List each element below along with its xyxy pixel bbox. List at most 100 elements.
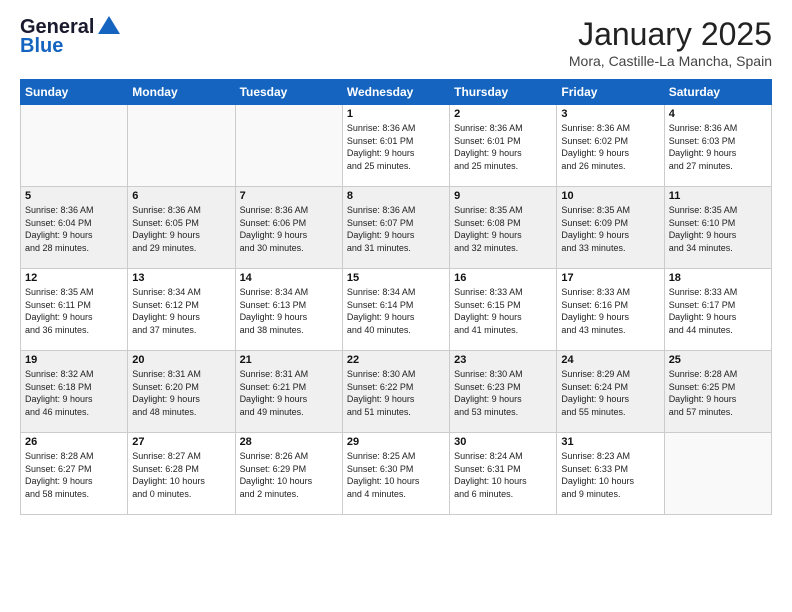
day-number: 25 [669,354,767,366]
table-row: 23 Sunrise: 8:30 AM Sunset: 6:23 PM Dayli… [450,351,557,433]
day-info: Sunrise: 8:36 AM Sunset: 6:03 PM Dayligh… [669,122,767,172]
day-number: 11 [669,190,767,202]
day-info: Sunrise: 8:32 AM Sunset: 6:18 PM Dayligh… [25,368,123,418]
day-number: 9 [454,190,552,202]
table-row: 1Sunrise: 8:36 AM Sunset: 6:01 PM Daylig… [342,105,449,187]
day-info: Sunrise: 8:35 AM Sunset: 6:09 PM Dayligh… [561,204,659,254]
col-tuesday: Tuesday [235,80,342,105]
calendar-table: Sunday Monday Tuesday Wednesday Thursday… [20,79,772,515]
table-row [128,105,235,187]
day-number: 12 [25,272,123,284]
day-info: Sunrise: 8:25 AM Sunset: 6:30 PM Dayligh… [347,450,445,500]
day-info: Sunrise: 8:24 AM Sunset: 6:31 PM Dayligh… [454,450,552,500]
day-number: 13 [132,272,230,284]
table-row: 16 Sunrise: 8:33 AM Sunset: 6:15 PM Dayli… [450,269,557,351]
table-row: 31 Sunrise: 8:23 AM Sunset: 6:33 PM Dayli… [557,433,664,515]
day-info: Sunrise: 8:34 AM Sunset: 6:12 PM Dayligh… [132,286,230,336]
table-row: 28Sunrise: 8:26 AM Sunset: 6:29 PM Dayli… [235,433,342,515]
day-info: Sunrise: 8:33 AM Sunset: 6:15 PM Dayligh… [454,286,552,336]
table-row: 12 Sunrise: 8:35 AM Sunset: 6:11 PM Dayli… [21,269,128,351]
table-row: 24Sunrise: 8:29 AM Sunset: 6:24 PM Dayli… [557,351,664,433]
table-row: 8Sunrise: 8:36 AM Sunset: 6:07 PM Daylig… [342,187,449,269]
day-number: 23 [454,354,552,366]
table-row: 25 Sunrise: 8:28 AM Sunset: 6:25 PM Dayli… [664,351,771,433]
day-info: Sunrise: 8:36 AM Sunset: 6:05 PM Dayligh… [132,204,230,254]
day-number: 21 [240,354,338,366]
day-number: 7 [240,190,338,202]
calendar-header-row: Sunday Monday Tuesday Wednesday Thursday… [21,80,772,105]
day-number: 10 [561,190,659,202]
day-info: Sunrise: 8:31 AM Sunset: 6:20 PM Dayligh… [132,368,230,418]
table-row: 7Sunrise: 8:36 AM Sunset: 6:06 PM Daylig… [235,187,342,269]
day-info: Sunrise: 8:36 AM Sunset: 6:01 PM Dayligh… [454,122,552,172]
day-info: Sunrise: 8:30 AM Sunset: 6:22 PM Dayligh… [347,368,445,418]
day-number: 3 [561,108,659,120]
day-number: 18 [669,272,767,284]
table-row: 19Sunrise: 8:32 AM Sunset: 6:18 PM Dayli… [21,351,128,433]
table-row: 18 Sunrise: 8:33 AM Sunset: 6:17 PM Dayli… [664,269,771,351]
day-info: Sunrise: 8:27 AM Sunset: 6:28 PM Dayligh… [132,450,230,500]
table-row: 29 Sunrise: 8:25 AM Sunset: 6:30 PM Dayli… [342,433,449,515]
calendar-week-row: 19Sunrise: 8:32 AM Sunset: 6:18 PM Dayli… [21,351,772,433]
col-monday: Monday [128,80,235,105]
table-row: 26Sunrise: 8:28 AM Sunset: 6:27 PM Dayli… [21,433,128,515]
day-info: Sunrise: 8:35 AM Sunset: 6:10 PM Dayligh… [669,204,767,254]
day-info: Sunrise: 8:30 AM Sunset: 6:23 PM Dayligh… [454,368,552,418]
day-info: Sunrise: 8:28 AM Sunset: 6:25 PM Dayligh… [669,368,767,418]
day-number: 14 [240,272,338,284]
day-number: 5 [25,190,123,202]
day-number: 31 [561,436,659,448]
table-row: 11 Sunrise: 8:35 AM Sunset: 6:10 PM Dayli… [664,187,771,269]
table-row: 3 Sunrise: 8:36 AM Sunset: 6:02 PM Daylig… [557,105,664,187]
title-block: January 2025 Mora, Castille-La Mancha, S… [569,16,772,69]
day-number: 2 [454,108,552,120]
table-row: 10 Sunrise: 8:35 AM Sunset: 6:09 PM Dayli… [557,187,664,269]
day-info: Sunrise: 8:23 AM Sunset: 6:33 PM Dayligh… [561,450,659,500]
table-row: 14 Sunrise: 8:34 AM Sunset: 6:13 PM Dayli… [235,269,342,351]
day-info: Sunrise: 8:35 AM Sunset: 6:11 PM Dayligh… [25,286,123,336]
day-info: Sunrise: 8:33 AM Sunset: 6:16 PM Dayligh… [561,286,659,336]
day-info: Sunrise: 8:34 AM Sunset: 6:14 PM Dayligh… [347,286,445,336]
month-title: January 2025 [569,16,772,53]
day-number: 29 [347,436,445,448]
table-row: 20Sunrise: 8:31 AM Sunset: 6:20 PM Dayli… [128,351,235,433]
table-row: 27 Sunrise: 8:27 AM Sunset: 6:28 PM Dayli… [128,433,235,515]
table-row: 15 Sunrise: 8:34 AM Sunset: 6:14 PM Dayli… [342,269,449,351]
day-info: Sunrise: 8:36 AM Sunset: 6:07 PM Dayligh… [347,204,445,254]
logo-blue: Blue [20,35,63,58]
day-number: 27 [132,436,230,448]
table-row: 5 Sunrise: 8:36 AM Sunset: 6:04 PM Daylig… [21,187,128,269]
day-number: 6 [132,190,230,202]
table-row: 17 Sunrise: 8:33 AM Sunset: 6:16 PM Dayli… [557,269,664,351]
day-info: Sunrise: 8:29 AM Sunset: 6:24 PM Dayligh… [561,368,659,418]
calendar-week-row: 26Sunrise: 8:28 AM Sunset: 6:27 PM Dayli… [21,433,772,515]
day-info: Sunrise: 8:36 AM Sunset: 6:04 PM Dayligh… [25,204,123,254]
day-number: 30 [454,436,552,448]
day-info: Sunrise: 8:35 AM Sunset: 6:08 PM Dayligh… [454,204,552,254]
table-row [664,433,771,515]
table-row: 21 Sunrise: 8:31 AM Sunset: 6:21 PM Dayli… [235,351,342,433]
table-row: 6 Sunrise: 8:36 AM Sunset: 6:05 PM Daylig… [128,187,235,269]
table-row: 2 Sunrise: 8:36 AM Sunset: 6:01 PM Daylig… [450,105,557,187]
day-info: Sunrise: 8:36 AM Sunset: 6:02 PM Dayligh… [561,122,659,172]
table-row: 22Sunrise: 8:30 AM Sunset: 6:22 PM Dayli… [342,351,449,433]
calendar-week-row: 12 Sunrise: 8:35 AM Sunset: 6:11 PM Dayli… [21,269,772,351]
logo: General Blue [20,16,120,58]
day-info: Sunrise: 8:31 AM Sunset: 6:21 PM Dayligh… [240,368,338,418]
day-info: Sunrise: 8:26 AM Sunset: 6:29 PM Dayligh… [240,450,338,500]
day-info: Sunrise: 8:28 AM Sunset: 6:27 PM Dayligh… [25,450,123,500]
col-friday: Friday [557,80,664,105]
col-saturday: Saturday [664,80,771,105]
page: General Blue January 2025 Mora, Castille… [0,0,792,612]
day-info: Sunrise: 8:33 AM Sunset: 6:17 PM Dayligh… [669,286,767,336]
location: Mora, Castille-La Mancha, Spain [569,53,772,69]
day-number: 17 [561,272,659,284]
day-info: Sunrise: 8:34 AM Sunset: 6:13 PM Dayligh… [240,286,338,336]
day-number: 15 [347,272,445,284]
table-row: 30 Sunrise: 8:24 AM Sunset: 6:31 PM Dayli… [450,433,557,515]
table-row: 9 Sunrise: 8:35 AM Sunset: 6:08 PM Daylig… [450,187,557,269]
day-number: 16 [454,272,552,284]
header: General Blue January 2025 Mora, Castille… [20,16,772,69]
day-info: Sunrise: 8:36 AM Sunset: 6:01 PM Dayligh… [347,122,445,172]
day-number: 4 [669,108,767,120]
